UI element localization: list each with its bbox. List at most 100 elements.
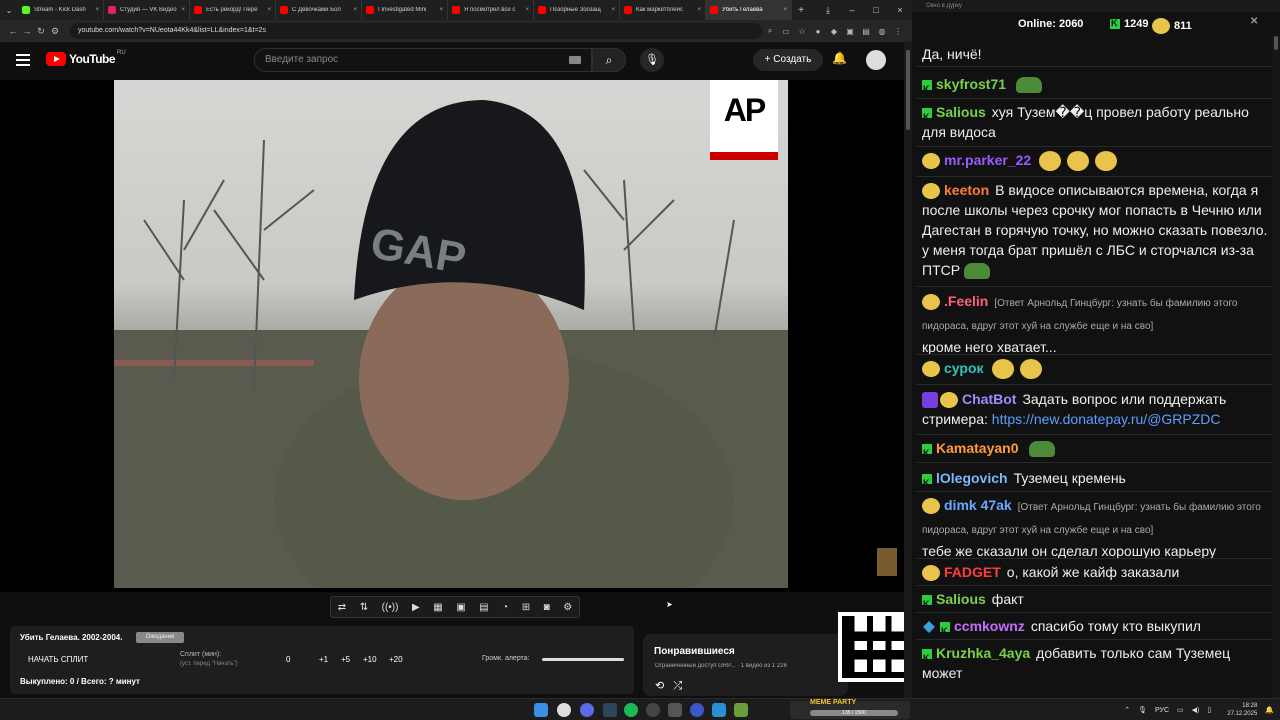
discord-icon[interactable]	[580, 703, 594, 717]
spotify-icon[interactable]	[624, 703, 638, 717]
forward-icon[interactable]: →	[20, 26, 34, 36]
meme-party-widget[interactable]: MEME PARTY 135 / 1500	[790, 699, 910, 719]
extension-icon[interactable]: ●	[810, 27, 826, 36]
youtube-logo[interactable]: YouTube RU	[46, 50, 126, 66]
close-icon[interactable]: ×	[697, 7, 701, 13]
loop-playlist-icon[interactable]: ⟲	[655, 680, 664, 692]
media-player-icon[interactable]	[690, 703, 704, 717]
close-icon[interactable]: ×	[525, 7, 529, 13]
video-icon[interactable]: ▶	[412, 602, 420, 613]
maximize-icon[interactable]: □	[864, 0, 888, 20]
chat-username[interactable]: Salious	[936, 591, 986, 607]
alert-volume-slider[interactable]	[542, 658, 624, 661]
chat-scrollbar[interactable]	[1272, 36, 1280, 698]
network-icon[interactable]: ▭	[1177, 706, 1184, 714]
donate-link[interactable]: https://new.donatepay.ru/@GRPZDC	[992, 411, 1221, 427]
shuffle-icon[interactable]: ⤮	[673, 680, 682, 692]
chat-username[interactable]: ccmkownz	[954, 618, 1025, 634]
tab-3[interactable]: С Девочками Бол ×	[276, 0, 362, 20]
extensions-puzzle-icon[interactable]: ▣	[842, 27, 858, 36]
tab-1[interactable]: Студия — VK Видео ×	[104, 0, 190, 20]
thumbnail-overlay[interactable]	[877, 548, 897, 576]
split-add-5-button[interactable]: +5	[341, 655, 350, 664]
url-field[interactable]: youtube.com/watch?v=NUeota44Kk4&list=LL&…	[70, 23, 762, 39]
tab-4[interactable]: I Investigated Mini ×	[362, 0, 448, 20]
speed-icon[interactable]: ◔	[502, 602, 508, 613]
chat-username[interactable]: Salious	[936, 104, 986, 120]
close-icon[interactable]: ×	[267, 7, 271, 13]
tab-5[interactable]: Я посмотрел все с ×	[448, 0, 534, 20]
notifications-icon[interactable]: 🔔	[1265, 706, 1274, 714]
add-video-icon[interactable]: ⊞	[522, 602, 530, 613]
film-icon[interactable]: ▦	[433, 602, 442, 613]
loop-icon[interactable]: ⇄	[338, 602, 346, 613]
tab-7[interactable]: Как маркетплейс ×	[620, 0, 706, 20]
split-add-1-button[interactable]: +1	[319, 655, 328, 664]
active-app-icon[interactable]	[712, 703, 726, 717]
chat-username[interactable]: сурок	[944, 360, 984, 376]
sort-icon[interactable]: ⇅	[360, 602, 368, 613]
download-icon[interactable]: ⤓	[816, 0, 840, 20]
split-value-0[interactable]: 0	[286, 655, 290, 664]
volume-icon[interactable]: ◀)	[1192, 706, 1200, 714]
chat-username[interactable]: lOlegovich	[936, 470, 1008, 486]
settings-gear-icon[interactable]: ⚙	[563, 602, 572, 613]
chat-username[interactable]: skyfrost71	[936, 76, 1006, 92]
close-icon[interactable]: ✕	[1250, 16, 1258, 27]
zoom-icon[interactable]: ⌕	[762, 26, 778, 36]
chat-username[interactable]: mr.parker_22	[944, 152, 1031, 168]
tab-8-active[interactable]: Убить Гелаева ×	[706, 0, 792, 20]
browser-menu-icon[interactable]: ⋮	[890, 27, 906, 36]
frames-icon[interactable]: ▤	[479, 602, 488, 613]
site-info-icon[interactable]: ⚙	[48, 26, 62, 37]
tab-6[interactable]: Позорные Зоозащ ×	[534, 0, 620, 20]
language-indicator[interactable]: РУС	[1155, 707, 1169, 714]
close-window-icon[interactable]: ×	[888, 0, 912, 20]
close-icon[interactable]: ×	[439, 7, 443, 13]
clock[interactable]: 18:28 27.12.2025	[1219, 702, 1257, 718]
tab-0[interactable]: Stream - Kick Dash ×	[18, 0, 104, 20]
page-scrollbar[interactable]	[904, 42, 912, 698]
search-button[interactable]: ⌕	[592, 48, 626, 72]
hamburger-menu-icon[interactable]	[16, 54, 30, 69]
reload-icon[interactable]: ↻	[34, 26, 48, 37]
app-icon[interactable]	[668, 703, 682, 717]
chat-username[interactable]: .Feelin	[944, 293, 988, 309]
notifications-bell-icon[interactable]: 🔔	[832, 51, 847, 65]
create-button[interactable]: + Создать	[753, 49, 823, 71]
battery-icon[interactable]: ▯	[1207, 706, 1211, 714]
tab-list-icon[interactable]: ⌄	[0, 0, 18, 20]
obs-icon[interactable]	[646, 703, 660, 717]
close-icon[interactable]: ×	[95, 7, 99, 13]
avatar[interactable]	[866, 50, 886, 70]
chat-username[interactable]: FADGET	[944, 564, 1001, 580]
mic-tray-icon[interactable]: 🎙	[1138, 706, 1147, 714]
broadcast-icon[interactable]: ((•))	[382, 602, 399, 613]
close-icon[interactable]: ×	[783, 7, 787, 13]
close-icon[interactable]: ×	[353, 7, 357, 13]
search-input[interactable]: Введите запрос	[254, 48, 592, 72]
new-tab-button[interactable]: +	[792, 5, 810, 16]
app-icon[interactable]	[734, 703, 748, 717]
start-split-button[interactable]: НАЧАТЬ СПЛИТ	[28, 655, 88, 664]
extension-icon[interactable]: ◆	[826, 27, 842, 36]
playlist-title[interactable]: Понравившиеся	[654, 646, 735, 657]
sidebar-icon[interactable]: ▤	[858, 27, 874, 36]
chat-username[interactable]: Kamatayan0	[936, 440, 1019, 456]
back-icon[interactable]: ←	[6, 26, 20, 36]
minimize-icon[interactable]: –	[840, 0, 864, 20]
chrome-icon[interactable]	[557, 703, 571, 717]
steam-icon[interactable]	[603, 703, 617, 717]
bookmark-star-icon[interactable]: ☆	[794, 27, 810, 36]
close-icon[interactable]: ×	[181, 7, 185, 13]
keyboard-icon[interactable]	[569, 56, 581, 64]
split-add-10-button[interactable]: +10	[363, 655, 377, 664]
tray-chevron-icon[interactable]: ⌃	[1124, 706, 1130, 714]
cast-icon[interactable]: ▭	[778, 27, 794, 36]
camera-icon[interactable]: ◙	[544, 602, 550, 613]
chat-username[interactable]: keeton	[944, 182, 989, 198]
voice-search-button[interactable]: 🎙	[640, 48, 664, 72]
close-icon[interactable]: ×	[611, 7, 615, 13]
profile-icon[interactable]: ◍	[874, 27, 890, 36]
video-frame[interactable]: GAP AP	[114, 80, 788, 588]
